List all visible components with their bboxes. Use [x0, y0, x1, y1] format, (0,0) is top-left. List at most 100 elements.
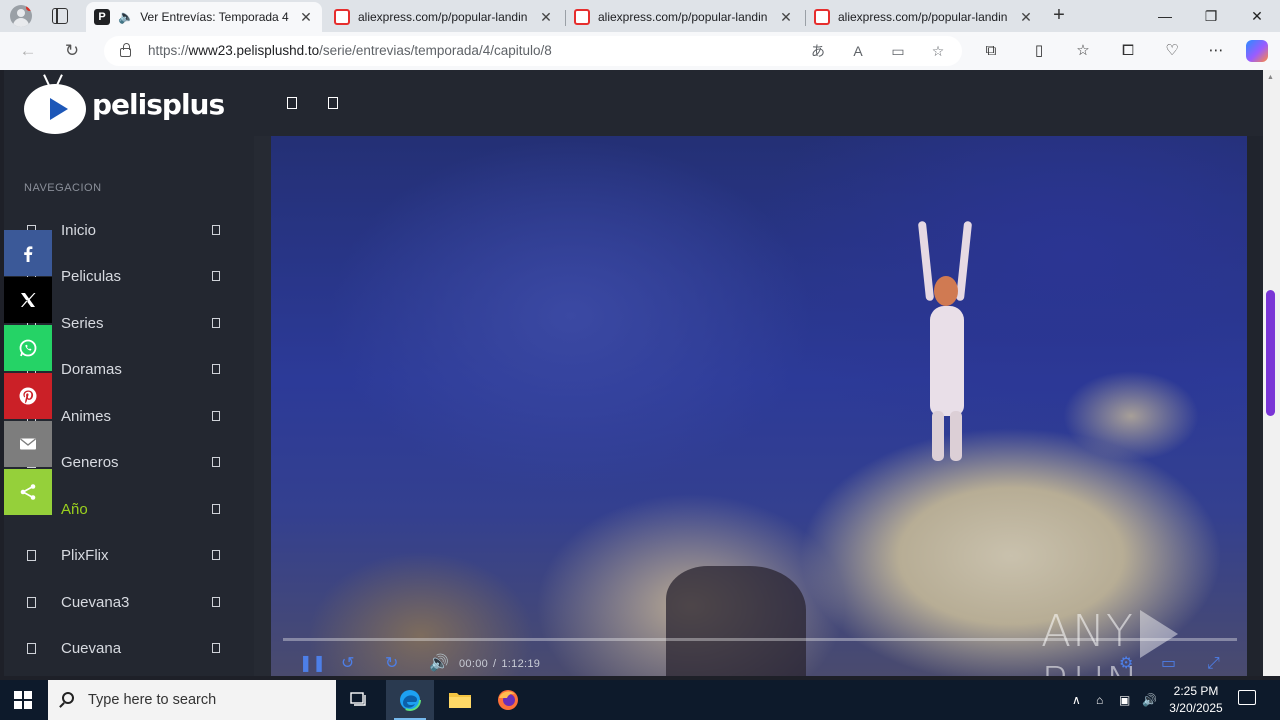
figure-body: [930, 306, 964, 416]
lock-icon[interactable]: [120, 43, 131, 57]
chevron-icon: [212, 504, 220, 514]
tab-pelisplus[interactable]: P 🔈 Ver Entrevías: Temporada 4 C ✕: [86, 2, 322, 32]
figure-head: [934, 276, 958, 306]
figure-leg: [932, 411, 944, 461]
site-header: pelisplus: [4, 70, 1263, 136]
video-frame-figure: [916, 220, 976, 461]
clock-date: 3/20/2025: [1169, 701, 1223, 715]
fullscreen-icon[interactable]: ⤢: [1207, 654, 1220, 674]
close-tab-icon[interactable]: ✕: [298, 9, 314, 26]
close-tab-icon[interactable]: ✕: [1018, 9, 1034, 26]
taskbar-search[interactable]: Type here to search: [48, 680, 336, 720]
email-share-button[interactable]: [4, 421, 52, 467]
back-icon[interactable]: ←: [16, 40, 40, 62]
network-icon[interactable]: ▣: [1119, 680, 1130, 720]
search-placeholder: Type here to search: [88, 692, 217, 708]
search-toggle-icon[interactable]: [328, 97, 338, 109]
volume-icon[interactable]: 🔊: [429, 654, 449, 674]
new-tab-icon[interactable]: +: [1048, 4, 1070, 28]
split-screen-icon[interactable]: ▯: [1028, 40, 1050, 62]
speaker-icon[interactable]: 🔈: [118, 9, 134, 25]
pause-icon[interactable]: ❚❚: [299, 654, 326, 674]
show-hidden-icons[interactable]: ∧: [1072, 680, 1081, 720]
taskbar-clock[interactable]: 2:25 PM 3/20/2025: [1158, 683, 1234, 717]
x-icon: [21, 293, 36, 307]
profile-avatar[interactable]: [10, 5, 32, 27]
tab-title: aliexpress.com/p/popular-landin: [358, 10, 528, 24]
tab-title: aliexpress.com/p/popular-landin: [838, 10, 1008, 24]
windows-start-icon[interactable]: [14, 691, 32, 709]
edge-app-icon[interactable]: [386, 680, 434, 720]
collections-icon[interactable]: ⧠: [1117, 40, 1139, 62]
settings-gear-icon[interactable]: ⚙: [1119, 654, 1133, 674]
pinterest-share-button[interactable]: [4, 373, 52, 419]
notifications-icon[interactable]: [1238, 690, 1256, 705]
translate-icon[interactable]: あ: [808, 41, 828, 61]
chevron-icon: [212, 411, 220, 421]
favorites-icon[interactable]: ☆: [1072, 40, 1094, 62]
tab-aliexpress-1[interactable]: aliexpress.com/p/popular-landin ✕: [326, 2, 562, 32]
figure-arm: [955, 220, 973, 302]
restore-icon[interactable]: ❐: [1188, 0, 1234, 32]
nav-item-cuevana3[interactable]: Cuevana3: [4, 584, 254, 624]
seek-bar[interactable]: [283, 638, 1237, 641]
extensions-icon[interactable]: ⧉: [980, 40, 1002, 62]
facebook-share-button[interactable]: [4, 230, 52, 276]
nav-item-icon: [27, 597, 36, 608]
aliexpress-icon: [334, 9, 350, 25]
close-window-icon[interactable]: ✕: [1234, 0, 1280, 32]
task-view-icon[interactable]: [336, 680, 384, 720]
whatsapp-share-button[interactable]: [4, 325, 52, 371]
page-scrollbar[interactable]: ▲: [1263, 70, 1280, 676]
play-logo-icon: [50, 98, 68, 120]
scrollbar-thumb[interactable]: [1266, 290, 1275, 416]
site-logo[interactable]: [24, 74, 86, 134]
figure-arm: [917, 220, 935, 302]
file-explorer-icon[interactable]: [436, 680, 484, 720]
volume-tray-icon[interactable]: 🔊: [1142, 680, 1157, 720]
device-icon[interactable]: ⌂: [1096, 680, 1103, 720]
reload-icon[interactable]: ↻: [60, 40, 84, 62]
tab-actions-icon[interactable]: [52, 7, 68, 24]
address-bar[interactable]: https://www23.pelisplushd.to/serie/entre…: [104, 36, 962, 66]
nav-item-icon: [27, 550, 36, 561]
close-tab-icon[interactable]: ✕: [538, 9, 554, 26]
logo-text[interactable]: pelisplus: [92, 88, 225, 121]
rewind-10-icon[interactable]: ↺: [341, 654, 354, 674]
whatsapp-icon: [19, 339, 37, 357]
cast-icon[interactable]: ▭: [1161, 654, 1176, 674]
menu-toggle-icon[interactable]: [287, 97, 297, 109]
tab-title: aliexpress.com/p/popular-landin: [598, 10, 768, 24]
forward-10-icon[interactable]: ↻: [385, 654, 398, 674]
minimize-icon[interactable]: —: [1142, 0, 1188, 32]
nav-item-plixflix[interactable]: PlixFlix: [4, 537, 254, 577]
browser-essentials-icon[interactable]: ♡: [1161, 40, 1183, 62]
watermark-left: ANY: [1041, 606, 1134, 657]
current-time: 00:00: [459, 658, 489, 670]
chevron-icon: [212, 318, 220, 328]
video-player[interactable]: ANYRUN ❚❚ ↺ ↻ 🔊 00:00/1:12:19 ⚙ ▭ ⤢: [271, 136, 1247, 676]
nav-title: NAVEGACION: [24, 182, 102, 194]
logo-antenna-icon: [55, 74, 63, 88]
copilot-icon[interactable]: [1246, 40, 1268, 62]
immersive-reader-icon[interactable]: ▭: [888, 41, 908, 61]
nav-item-cuevana[interactable]: Cuevana: [4, 630, 254, 670]
nav-item-icon: [27, 643, 36, 654]
scroll-up-icon[interactable]: ▲: [1267, 74, 1274, 81]
firefox-icon[interactable]: [484, 680, 532, 720]
nav-item-label: Animes: [61, 408, 112, 425]
more-share-button[interactable]: [4, 469, 52, 515]
read-aloud-icon[interactable]: A: [848, 41, 868, 61]
x-share-button[interactable]: [4, 277, 52, 323]
tab-aliexpress-2[interactable]: aliexpress.com/p/popular-landin ✕: [565, 2, 802, 32]
more-menu-icon[interactable]: ⋯: [1205, 40, 1227, 62]
close-tab-icon[interactable]: ✕: [778, 9, 794, 26]
tab-strip: P 🔈 Ver Entrevías: Temporada 4 C ✕ aliex…: [0, 0, 1280, 32]
url-host: www23.pelisplushd.to: [188, 43, 320, 58]
favorite-star-icon[interactable]: ☆: [928, 41, 948, 61]
nav-item-label: Cuevana3: [61, 594, 130, 611]
nav-item-label: Generos: [61, 454, 119, 471]
web-page: pelisplus NAVEGACION Inicio Peliculas Se…: [4, 70, 1263, 676]
tab-aliexpress-3[interactable]: aliexpress.com/p/popular-landin ✕: [805, 2, 1042, 32]
chevron-icon: [212, 364, 220, 374]
